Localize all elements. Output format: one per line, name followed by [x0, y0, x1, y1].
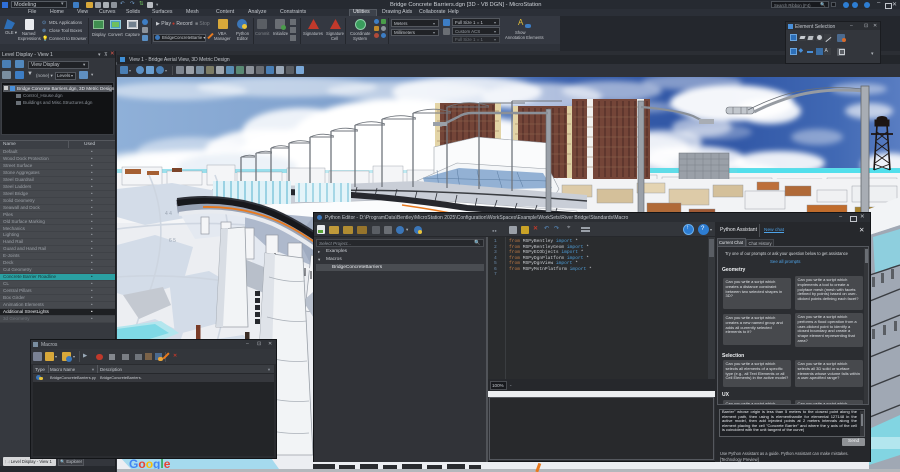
svg-text:4 4: 4 4	[165, 211, 172, 217]
svg-text:6 5: 6 5	[169, 238, 176, 244]
svg-text:Google: Google	[129, 457, 171, 471]
